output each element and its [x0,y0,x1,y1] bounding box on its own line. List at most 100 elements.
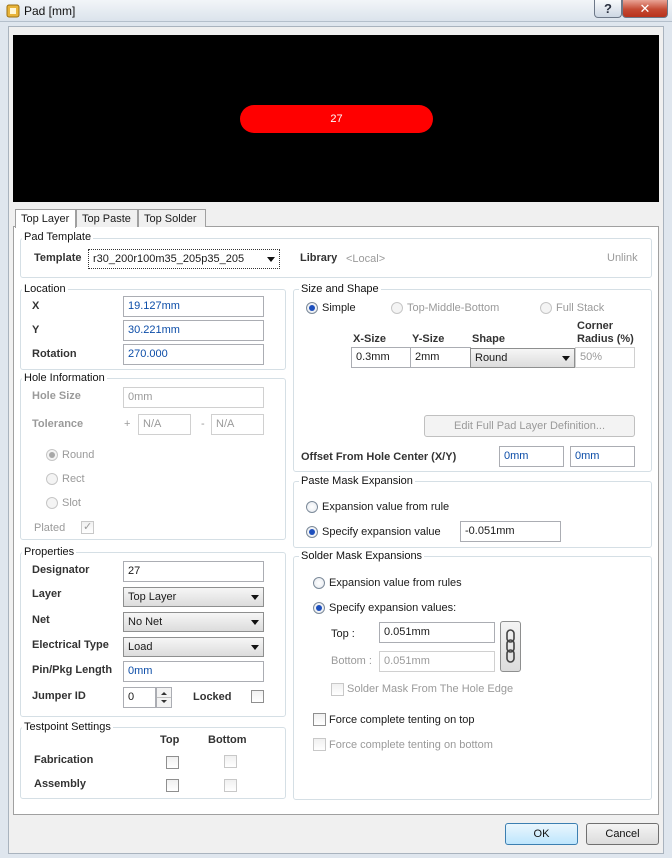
net-select[interactable]: No Net [123,612,264,632]
paste-mask-title: Paste Mask Expansion [299,475,415,487]
cancel-button[interactable]: Cancel [586,823,659,845]
hole-rect-radio[interactable] [46,473,58,485]
chevron-down-icon [562,356,570,361]
testpoint-bottom-header: Bottom [208,734,247,746]
rotation-input[interactable]: 270.000 [123,344,264,365]
pad-template-title: Pad Template [22,231,94,243]
solder-from-hole-label: Solder Mask From The Hole Edge [347,683,514,695]
top-middle-bottom-label: Top-Middle-Bottom [407,302,500,314]
solder-top-input[interactable]: 0.051mm [379,622,495,643]
solder-mask-title: Solder Mask Expansions [299,550,425,562]
designator-input[interactable]: 27 [123,561,264,582]
tent-top-label: Force complete tenting on top [329,714,475,726]
location-title: Location [22,283,68,295]
plated-checkbox[interactable]: ✓ [81,521,94,534]
solder-from-hole-checkbox[interactable] [331,683,344,696]
assembly-label: Assembly [34,778,86,790]
y-size-input[interactable]: 2mm [410,347,471,368]
chevron-down-icon [267,257,275,262]
offset-x-input[interactable]: 0mm [499,446,564,467]
paste-expansion-input[interactable]: -0.051mm [460,521,561,542]
properties-title: Properties [22,546,77,558]
tolerance-minus-input[interactable]: N/A [211,414,264,435]
assembly-top-checkbox[interactable] [166,779,179,792]
offset-y-input[interactable]: 0mm [570,446,635,467]
assembly-bottom-checkbox[interactable] [224,779,237,792]
template-select[interactable]: r30_200r100m35_205p35_205 [88,249,280,269]
tab-top-paste[interactable]: Top Paste [76,209,138,227]
corner-header: Corner [577,320,614,332]
solder-from-rules-radio[interactable] [313,577,325,589]
library-value: <Local> [346,253,386,265]
testpoint-top-header: Top [160,734,180,746]
fabrication-bottom-checkbox[interactable] [224,755,237,768]
checkmark-icon: ✓ [83,521,93,533]
solder-top-label: Top : [331,628,355,640]
spinner-arrows-icon [157,692,171,703]
paste-from-rule-radio[interactable] [306,501,318,513]
tolerance-label: Tolerance [32,418,84,430]
net-value: No Net [128,616,163,628]
shape-select[interactable]: Round [470,348,575,368]
chevron-down-icon [251,595,259,600]
unlink-link[interactable]: Unlink [607,252,638,264]
chevron-down-icon [251,645,259,650]
title-bar [0,0,672,22]
link-toggle-button[interactable] [500,621,521,672]
solder-bottom-label: Bottom : [331,655,372,667]
electrical-type-label: Electrical Type [32,639,109,651]
solder-bottom-input[interactable]: 0.051mm [379,651,495,672]
tab-top-solder[interactable]: Top Solder [138,209,206,227]
paste-specify-label: Specify expansion value [322,526,441,538]
ok-button[interactable]: OK [505,823,578,845]
jumper-id-input[interactable]: 0 [123,687,156,708]
pad-designator-label: 27 [330,113,343,125]
hole-slot-label: Slot [62,497,81,509]
jumper-id-label: Jumper ID [32,690,86,702]
simple-radio[interactable] [306,302,318,314]
top-middle-bottom-radio[interactable] [391,302,403,314]
hole-slot-radio[interactable] [46,497,58,509]
jumper-id-spinner[interactable] [156,687,172,708]
hole-round-radio[interactable] [46,449,58,461]
x-size-header: X-Size [353,333,387,345]
locked-checkbox[interactable] [251,690,264,703]
layer-select[interactable]: Top Layer [123,587,264,607]
fabrication-label: Fabrication [34,754,94,766]
y-input[interactable]: 30.221mm [123,320,264,341]
tolerance-plus-input[interactable]: N/A [138,414,191,435]
layer-label: Layer [32,588,62,600]
tent-bottom-checkbox[interactable] [313,738,326,751]
x-input[interactable]: 19.127mm [123,296,264,317]
solder-specify-radio[interactable] [313,602,325,614]
x-label: X [32,300,40,312]
help-button[interactable]: ? [594,0,622,18]
tolerance-plus: + [124,418,131,430]
tolerance-minus: - [201,418,205,430]
full-stack-radio[interactable] [540,302,552,314]
electrical-type-select[interactable]: Load [123,637,264,657]
offset-label: Offset From Hole Center (X/Y) [301,451,457,463]
close-button[interactable]: ✕ [622,0,668,18]
solder-specify-label: Specify expansion values: [329,602,457,614]
corner-radius-input[interactable]: 50% [575,347,635,368]
hole-size-input[interactable]: 0mm [123,387,264,408]
layer-value: Top Layer [128,591,177,603]
y-label: Y [32,324,40,336]
net-label: Net [32,614,50,626]
shape-header: Shape [472,333,506,345]
edit-full-pad-layer-button[interactable]: Edit Full Pad Layer Definition... [424,415,635,437]
fabrication-top-checkbox[interactable] [166,756,179,769]
x-size-input[interactable]: 0.3mm [351,347,411,368]
corner-radius-header: Radius (%) [577,333,634,345]
size-shape-title: Size and Shape [299,283,381,295]
pad-app-icon [6,4,20,18]
pin-pkg-length-input[interactable]: 0mm [123,661,264,682]
tab-top-layer[interactable]: Top Layer [15,209,76,228]
shape-value: Round [475,352,508,364]
hole-round-label: Round [62,449,95,461]
testpoint-title: Testpoint Settings [22,721,113,733]
tent-top-checkbox[interactable] [313,713,326,726]
hole-size-label: Hole Size [32,390,81,402]
paste-specify-radio[interactable] [306,526,318,538]
